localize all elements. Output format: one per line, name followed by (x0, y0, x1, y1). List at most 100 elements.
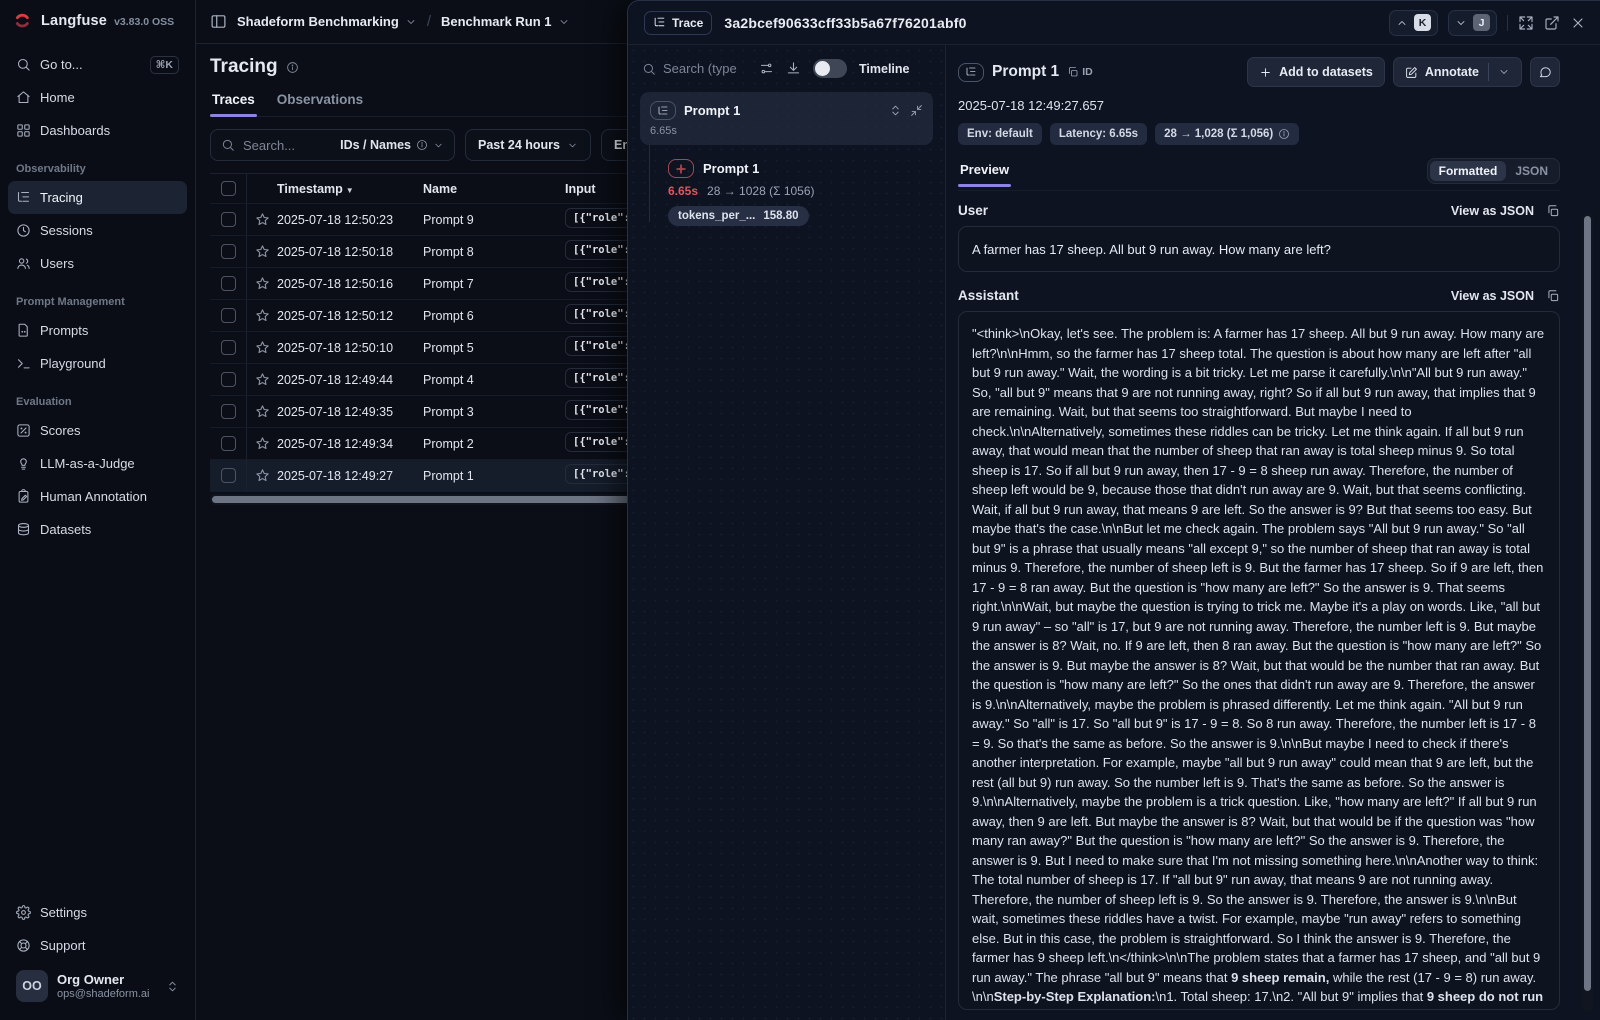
breadcrumb-project[interactable]: Shadeform Benchmarking (237, 14, 417, 29)
col-name[interactable]: Name (423, 182, 565, 196)
assistant-section-label: Assistant (958, 288, 1019, 303)
user-section-label: User (958, 203, 988, 218)
tree-node-generation[interactable]: Prompt 1 6.65s 28 → 1028 (Σ 1056) tokens… (668, 155, 933, 230)
view-as-json-button[interactable]: View as JSON (1451, 204, 1534, 218)
format-toggle[interactable]: Formatted JSON (1427, 158, 1560, 184)
filter-sliders-icon[interactable] (759, 61, 774, 76)
star-icon[interactable] (247, 308, 277, 323)
select-all-checkbox[interactable] (221, 181, 236, 196)
clipboard-pen-icon (16, 489, 31, 504)
row-timestamp: 2025-07-18 12:50:10 (277, 341, 423, 355)
scrollbar-thumb[interactable] (1584, 216, 1591, 991)
chevrons-up-down-icon (166, 980, 179, 993)
tracing-icon (16, 190, 31, 205)
row-name: Prompt 3 (423, 405, 565, 419)
collapse-all-icon[interactable] (910, 104, 923, 117)
timeline-toggle[interactable] (813, 59, 847, 78)
row-checkbox[interactable] (221, 308, 236, 323)
search-input[interactable] (243, 138, 323, 153)
tree-search[interactable] (642, 61, 747, 76)
sidebar: Langfuse v3.83.0 OSS Go to... ⌘K Home Da… (0, 0, 196, 1020)
info-icon[interactable] (286, 61, 299, 74)
row-checkbox[interactable] (221, 468, 236, 483)
sidebar-item-llm-judge[interactable]: LLM-as-a-Judge (8, 447, 187, 480)
metric-badge[interactable]: tokens_per_... 158.80 (668, 206, 809, 226)
star-icon[interactable] (247, 212, 277, 227)
star-icon[interactable] (247, 436, 277, 451)
sidebar-item-support[interactable]: Support (8, 929, 187, 962)
format-json[interactable]: JSON (1506, 161, 1557, 181)
observation-tree-panel: Timeline Prompt 1 6.65s (628, 45, 946, 1020)
format-formatted[interactable]: Formatted (1430, 161, 1507, 181)
lifebuoy-icon (16, 938, 31, 953)
goto-button[interactable]: Go to... ⌘K (8, 48, 187, 81)
row-checkbox[interactable] (221, 436, 236, 451)
copy-id-button[interactable]: ID (1067, 66, 1093, 78)
row-checkbox[interactable] (221, 372, 236, 387)
row-checkbox[interactable] (221, 212, 236, 227)
tree-node-trace[interactable]: Prompt 1 6.65s (640, 92, 933, 145)
sidebar-item-tracing[interactable]: Tracing (8, 181, 187, 214)
sidebar-item-settings[interactable]: Settings (8, 896, 187, 929)
sidebar-item-scores[interactable]: Scores (8, 414, 187, 447)
download-icon[interactable] (786, 61, 801, 76)
database-icon (16, 522, 31, 537)
star-icon[interactable] (247, 468, 277, 483)
sidebar-item-prompts[interactable]: Prompts (8, 314, 187, 347)
star-icon[interactable] (247, 340, 277, 355)
copy-icon[interactable] (1546, 289, 1560, 303)
chevron-down-icon (433, 140, 444, 151)
star-icon[interactable] (247, 244, 277, 259)
row-checkbox[interactable] (221, 340, 236, 355)
row-timestamp: 2025-07-18 12:50:18 (277, 245, 423, 259)
row-checkbox[interactable] (221, 244, 236, 259)
sidebar-item-sessions[interactable]: Sessions (8, 214, 187, 247)
trace-node-icon (650, 101, 676, 120)
sidebar-item-human-annotation[interactable]: Human Annotation (8, 480, 187, 513)
tab-preview[interactable]: Preview (958, 162, 1011, 186)
expand-icon[interactable] (1518, 15, 1534, 31)
star-icon[interactable] (247, 404, 277, 419)
star-icon[interactable] (247, 372, 277, 387)
sidebar-item-dashboards[interactable]: Dashboards (8, 114, 187, 147)
next-trace-button[interactable]: J (1448, 10, 1497, 36)
sidebar-item-users[interactable]: Users (8, 247, 187, 280)
star-icon[interactable] (247, 276, 277, 291)
row-timestamp: 2025-07-18 12:49:34 (277, 437, 423, 451)
terminal-icon (16, 356, 31, 371)
account-switcher[interactable]: OO Org Owner ops@shadeform.ai (8, 962, 187, 1010)
tree-search-input[interactable] (663, 61, 747, 76)
vertical-scrollbar[interactable] (1582, 213, 1593, 1012)
tab-traces[interactable]: Traces (210, 92, 257, 116)
sidebar-item-datasets[interactable]: Datasets (8, 513, 187, 546)
row-checkbox[interactable] (221, 276, 236, 291)
tokens-badge[interactable]: 28 → 1,028 (Σ 1,056) (1155, 123, 1299, 145)
row-checkbox[interactable] (221, 404, 236, 419)
close-icon[interactable] (1570, 15, 1586, 31)
prev-trace-button[interactable]: K (1389, 10, 1438, 36)
time-filter-button[interactable]: Past 24 hours (465, 129, 591, 161)
sidebar-item-playground[interactable]: Playground (8, 347, 187, 380)
sidebar-item-home[interactable]: Home (8, 81, 187, 114)
scores-icon (16, 423, 31, 438)
env-badge[interactable]: Env: default (958, 123, 1042, 145)
section-evaluation: Evaluation (0, 380, 195, 414)
copy-icon[interactable] (1546, 204, 1560, 218)
tab-observations[interactable]: Observations (275, 92, 365, 116)
row-name: Prompt 6 (423, 309, 565, 323)
unfold-icon[interactable] (889, 104, 902, 117)
breadcrumb-run[interactable]: Benchmark Run 1 (441, 14, 570, 29)
sidebar-toggle-icon[interactable] (210, 13, 227, 30)
search-scope-select[interactable]: IDs / Names (340, 138, 444, 152)
annotate-button[interactable]: Annotate (1393, 57, 1522, 87)
search-icon (642, 62, 656, 76)
col-timestamp[interactable]: Timestamp▼ (277, 182, 423, 196)
add-to-datasets-button[interactable]: Add to datasets (1247, 57, 1385, 87)
view-as-json-button[interactable]: View as JSON (1451, 289, 1534, 303)
latency-badge[interactable]: Latency: 6.65s (1050, 123, 1147, 145)
open-external-icon[interactable] (1544, 15, 1560, 31)
row-name: Prompt 4 (423, 373, 565, 387)
comments-button[interactable] (1530, 57, 1560, 87)
annotate-dropdown[interactable] (1488, 63, 1510, 81)
trace-search[interactable]: IDs / Names (210, 129, 455, 161)
